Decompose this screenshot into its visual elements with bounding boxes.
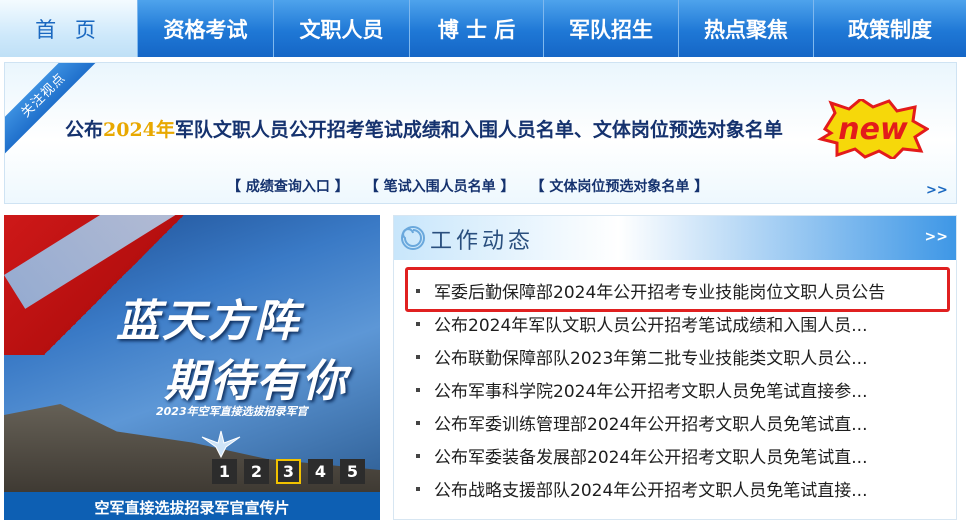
featured-banner: 关注视点 公布2024年军队文职人员公开招考笔试成绩和入围人员名单、文体岗位预选… — [4, 62, 957, 204]
bullet-icon — [416, 288, 420, 293]
promo-title-line2: 期待有你 — [164, 356, 348, 407]
news-header: 工作动态 >> — [394, 216, 956, 260]
news-item[interactable]: 公布军委训练管理部2024年公开招考文职人员免笔试直... — [416, 406, 946, 439]
bullet-icon — [416, 420, 420, 425]
bullet-icon — [416, 453, 420, 458]
news-item[interactable]: 公布军委装备发展部2024年公开招考文职人员免笔试直... — [416, 439, 946, 472]
news-item[interactable]: 公布2024年军队文职人员公开招考笔试成绩和入围人员... — [416, 307, 946, 340]
slide-dot-5[interactable]: 5 — [340, 459, 365, 484]
nav-civilian-staff[interactable]: 文职人员 — [274, 0, 410, 57]
news-panel: 工作动态 >> 军委后勤保障部2024年公开招考专业技能岗位文职人员公告 公布2… — [393, 215, 957, 520]
news-item[interactable]: 公布战略支援部队2024年公开招考文职人员免笔试直接... — [416, 472, 946, 505]
promo-slideshow[interactable]: 蓝天方阵 期待有你 2023年空军直接选拔招录军官 1 2 3 4 5 — [4, 215, 380, 492]
promo-title-line1: 蓝天方阵 — [116, 296, 300, 347]
news-more-link[interactable]: >> — [925, 229, 948, 245]
bullet-icon — [416, 486, 420, 491]
banner-links: 【 成绩查询入口 】 【 笔试入围人员名单 】 【 文体岗位预选对象名单 】 — [227, 176, 708, 196]
slide-dot-3[interactable]: 3 — [276, 459, 301, 484]
news-item[interactable]: 公布联勤保障部队2023年第二批专业技能类文职人员公... — [416, 340, 946, 373]
slide-dot-2[interactable]: 2 — [244, 459, 269, 484]
bullet-icon — [416, 354, 420, 359]
link-written-list[interactable]: 【 笔试入围人员名单 】 — [365, 176, 515, 196]
headline-prefix: 公布 — [65, 119, 104, 141]
bullet-icon — [416, 321, 420, 326]
banner-headline[interactable]: 公布2024年军队文职人员公开招考笔试成绩和入围人员名单、文体岗位预选对象名单 — [65, 115, 825, 142]
headline-year: 2024年 — [103, 119, 175, 141]
nav-qualification-exam[interactable]: 资格考试 — [138, 0, 274, 57]
nav-hot-topics[interactable]: 热点聚焦 — [679, 0, 814, 57]
nav-military-enrollment[interactable]: 军队招生 — [544, 0, 679, 57]
news-item[interactable]: 军委后勤保障部2024年公开招考专业技能岗位文职人员公告 — [416, 274, 946, 307]
air-force-emblem-icon — [201, 430, 241, 459]
news-title: 工作动态 — [430, 229, 535, 254]
swirl-icon — [401, 226, 425, 250]
promo-subtitle: 2023年空军直接选拔招录军官 — [156, 405, 308, 418]
link-score-query[interactable]: 【 成绩查询入口 】 — [227, 176, 349, 196]
nav-postdoc[interactable]: 博 士 后 — [410, 0, 544, 57]
top-nav: 首 页 资格考试 文职人员 博 士 后 军队招生 热点聚焦 政策制度 — [0, 0, 966, 57]
slide-dot-1[interactable]: 1 — [212, 459, 237, 484]
focus-ribbon: 关注视点 — [5, 63, 107, 159]
promo-caption[interactable]: 空军直接选拔招录军官宣传片 — [4, 492, 380, 520]
new-badge-icon: new — [817, 99, 929, 159]
badge-text: new — [838, 112, 908, 147]
slide-pager: 1 2 3 4 5 — [212, 459, 365, 484]
link-sports-list[interactable]: 【 文体岗位预选对象名单 】 — [531, 176, 709, 196]
banner-more-link[interactable]: >> — [926, 183, 948, 198]
headline-suffix: 军队文职人员公开招考笔试成绩和入围人员名单、文体岗位预选对象名单 — [174, 119, 783, 141]
news-list: 军委后勤保障部2024年公开招考专业技能岗位文职人员公告 公布2024年军队文职… — [416, 274, 946, 505]
bullet-icon — [416, 387, 420, 392]
slide-dot-4[interactable]: 4 — [308, 459, 333, 484]
nav-policy[interactable]: 政策制度 — [814, 0, 966, 57]
nav-home[interactable]: 首 页 — [0, 0, 138, 57]
news-item[interactable]: 公布军事科学院2024年公开招考文职人员免笔试直接参... — [416, 373, 946, 406]
